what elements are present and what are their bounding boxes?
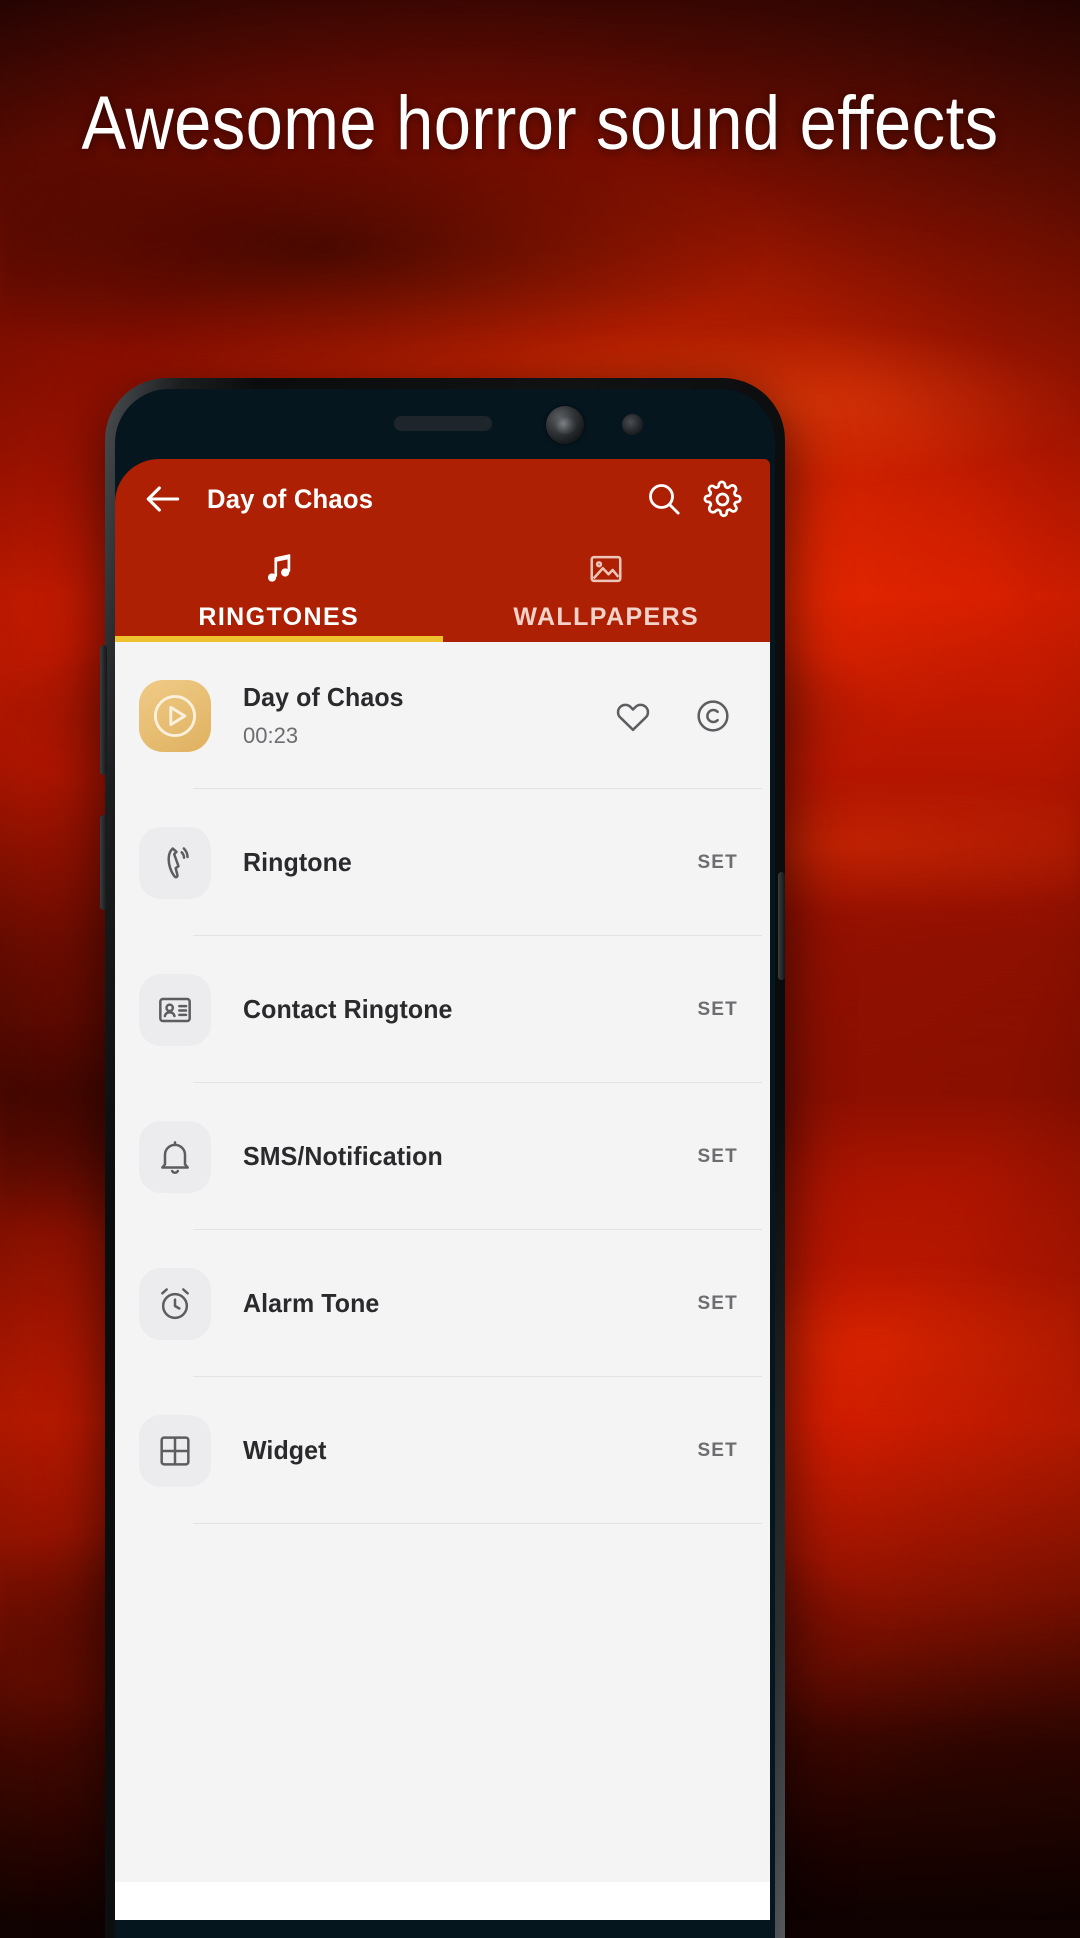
tab-wallpapers-label: WALLPAPERS bbox=[513, 603, 700, 631]
app-screen: Day of Chaos RINGTONES WALLPAPERS Day of… bbox=[115, 459, 770, 1920]
widget-grid-icon bbox=[139, 1414, 211, 1487]
screen-bottom-area bbox=[115, 1882, 770, 1920]
now-playing-duration: 00:23 bbox=[243, 723, 299, 748]
bell-icon bbox=[139, 1120, 211, 1193]
page-title: Awesome horror sound effects bbox=[81, 81, 999, 166]
settings-row-label: Widget bbox=[243, 1435, 327, 1465]
app-bar-title: Day of Chaos bbox=[207, 483, 374, 514]
settings-row-text: Contact Ringtone bbox=[243, 994, 697, 1025]
row-divider bbox=[193, 1523, 762, 1524]
contact-card-icon bbox=[139, 973, 211, 1046]
volume-down-button[interactable] bbox=[100, 815, 107, 910]
app-bar-top-row: Day of Chaos bbox=[115, 459, 770, 539]
list-empty-area bbox=[115, 1524, 770, 1920]
volume-up-button[interactable] bbox=[100, 645, 107, 775]
power-button[interactable] bbox=[778, 872, 785, 980]
tab-bar: RINGTONES WALLPAPERS bbox=[115, 539, 770, 642]
phone-ringing-icon bbox=[139, 826, 211, 899]
settings-row-alarm-tone[interactable]: Alarm Tone SET bbox=[115, 1230, 770, 1377]
settings-row-label: Contact Ringtone bbox=[243, 994, 453, 1024]
tab-ringtones-label: RINGTONES bbox=[198, 603, 360, 631]
search-icon[interactable] bbox=[638, 473, 690, 525]
set-button[interactable]: SET bbox=[697, 1440, 746, 1462]
settings-row-text: Alarm Tone bbox=[243, 1288, 697, 1319]
earpiece-speaker bbox=[394, 416, 492, 431]
settings-row-text: Widget bbox=[243, 1435, 697, 1466]
settings-row-contact-ringtone[interactable]: Contact Ringtone SET bbox=[115, 936, 770, 1083]
settings-row-text: Ringtone bbox=[243, 847, 697, 878]
set-button[interactable]: SET bbox=[697, 852, 746, 874]
now-playing-title: Day of Chaos bbox=[243, 682, 404, 712]
heart-icon[interactable] bbox=[610, 693, 656, 739]
alarm-clock-icon bbox=[139, 1267, 211, 1340]
settings-row-label: Ringtone bbox=[243, 847, 352, 877]
now-playing-row[interactable]: Day of Chaos 00:23 bbox=[115, 642, 770, 789]
settings-row-sms-notification[interactable]: SMS/Notification SET bbox=[115, 1083, 770, 1230]
set-button[interactable]: SET bbox=[697, 1146, 746, 1168]
copyright-icon[interactable] bbox=[690, 693, 736, 739]
settings-row-label: Alarm Tone bbox=[243, 1288, 380, 1318]
arrow-left-icon[interactable] bbox=[139, 475, 187, 523]
settings-row-label: SMS/Notification bbox=[243, 1141, 443, 1171]
settings-row-ringtone[interactable]: Ringtone SET bbox=[115, 789, 770, 936]
music-note-icon bbox=[260, 549, 298, 589]
proximity-sensor-icon bbox=[622, 414, 643, 435]
now-playing-text: Day of Chaos 00:23 bbox=[243, 682, 610, 749]
settings-row-text: SMS/Notification bbox=[243, 1141, 697, 1172]
set-button[interactable]: SET bbox=[697, 1293, 746, 1315]
app-bar: Day of Chaos RINGTONES WALLPAPERS bbox=[115, 459, 770, 642]
play-icon[interactable] bbox=[139, 679, 211, 752]
front-camera-icon bbox=[546, 406, 584, 444]
set-button[interactable]: SET bbox=[697, 999, 746, 1021]
gear-icon[interactable] bbox=[696, 473, 748, 525]
settings-row-widget[interactable]: Widget SET bbox=[115, 1377, 770, 1524]
content-list: Day of Chaos 00:23 Ringtone SET Contact … bbox=[115, 642, 770, 1920]
now-playing-actions bbox=[610, 693, 746, 739]
tab-ringtones[interactable]: RINGTONES bbox=[115, 539, 443, 642]
tab-wallpapers[interactable]: WALLPAPERS bbox=[443, 539, 771, 642]
image-icon bbox=[587, 549, 625, 589]
